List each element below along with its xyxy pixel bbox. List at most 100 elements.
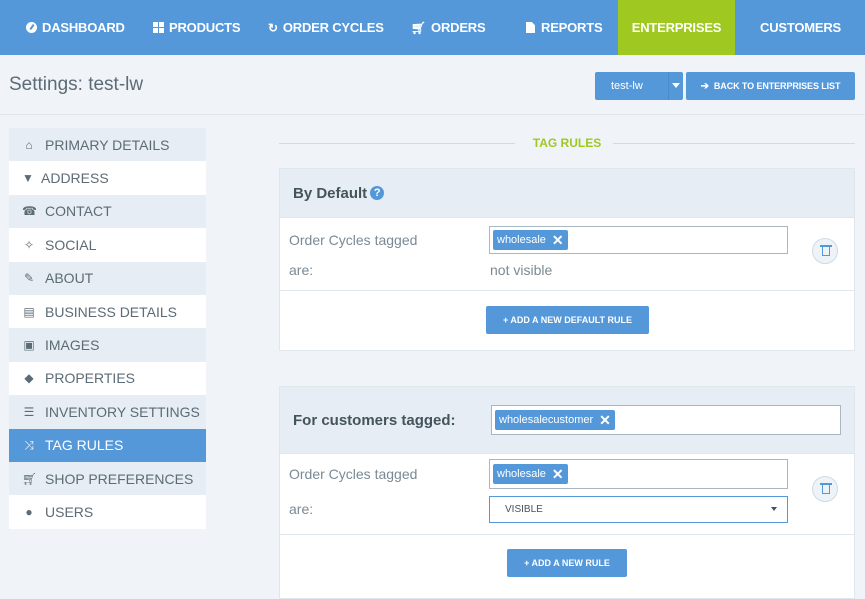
customer-tag-input[interactable]: wholesalecustomer ✕ [491, 405, 841, 435]
tag-chip-label: wholesalecustomer [499, 414, 594, 426]
cart-icon: 🛒︎ [411, 20, 427, 35]
tag-chip: wholesale ✕ [493, 464, 568, 484]
sidebar-item-contact[interactable]: ☎ CONTACT [9, 194, 206, 229]
remove-tag-icon[interactable]: ✕ [552, 466, 564, 483]
default-rules-header: By Default ? [280, 169, 854, 218]
sidebar-item-label: PRIMARY DETAILS [45, 136, 170, 153]
customer-rules-panel: For customers tagged: wholesalecustomer … [279, 386, 855, 599]
sidebar-item-label: INVENTORY SETTINGS [45, 403, 200, 420]
help-icon[interactable]: ? [370, 186, 385, 200]
sidebar-item-business-details[interactable]: ▤ BUSINESS DETAILS [9, 294, 206, 329]
image-icon: ▣ [23, 338, 35, 353]
default-rule-row: Order Cycles tagged are: wholesale ✕ not… [280, 218, 854, 291]
tag-chip: wholesalecustomer ✕ [495, 410, 615, 430]
sidebar-item-label: TAG RULES [45, 437, 124, 454]
order-cycle-tag-input[interactable]: wholesale ✕ [489, 226, 788, 254]
nav-enterprises[interactable]: ENTERPRISES [618, 0, 735, 55]
sidebar-item-properties[interactable]: ◆ PROPERTIES [9, 361, 206, 396]
sidebar-item-primary-details[interactable]: ⌂ PRIMARY DETAILS [9, 128, 206, 162]
sidebar-item-social[interactable]: ✧ SOCIAL [9, 228, 206, 262]
rule-label-line2: are: [289, 262, 314, 278]
tag-chip-label: wholesale [497, 234, 546, 246]
sidebar-item-label: SOCIAL [45, 236, 97, 253]
map-marker-icon: ▼ [22, 171, 34, 186]
rule-label-line2: are: [289, 501, 314, 517]
sidebar-item-label: BUSINESS DETAILS [45, 303, 178, 320]
enterprise-select[interactable]: test-lw [595, 72, 683, 100]
refresh-icon: ↻ [268, 20, 278, 35]
user-icon: ● [25, 504, 33, 519]
enterprise-select-value: test-lw [611, 80, 643, 92]
sidebar-item-users[interactable]: ● USERS [9, 495, 206, 529]
customer-rule-row: Order Cycles tagged are: wholesale ✕ VIS… [280, 454, 854, 535]
rule-label-line1: Order Cycles tagged [289, 232, 418, 248]
nav-reports-label: REPORTS [541, 20, 603, 35]
tag-rules-content: TAG RULES By Default ? Order Cycles tagg… [279, 128, 855, 599]
add-rule-button[interactable]: + ADD A NEW RULE [507, 549, 627, 577]
sidebar-item-about[interactable]: ✎ ABOUT [9, 261, 206, 295]
nav-order-cycles-label: ORDER CYCLES [282, 20, 384, 35]
sidebar-item-label: CONTACT [45, 203, 112, 220]
grid-icon [153, 22, 164, 33]
trash-can [822, 247, 830, 256]
home-icon: ⌂ [25, 137, 33, 152]
caret-down-icon [771, 507, 777, 511]
document-icon [526, 22, 535, 33]
rule-label-line1: Order Cycles tagged [289, 466, 418, 482]
cart-icon: 🛒︎ [22, 471, 38, 486]
nav-products[interactable]: PRODUCTS [153, 0, 241, 55]
default-rules-panel: By Default ? Order Cycles tagged are: wh… [279, 168, 855, 351]
nav-customers[interactable]: CUSTOMERS [760, 0, 841, 55]
sidebar-item-inventory-settings[interactable]: ☰ INVENTORY SETTINGS [9, 395, 206, 429]
nav-order-cycles[interactable]: ↻ ORDER CYCLES [268, 0, 384, 55]
nav-orders[interactable]: 🛒︎ ORDERS [411, 0, 486, 55]
visibility-select[interactable]: VISIBLE [489, 496, 788, 523]
delete-rule-button[interactable] [812, 238, 838, 264]
sidebar-item-label: USERS [45, 503, 94, 520]
sidebar-item-label: ADDRESS [41, 170, 109, 187]
remove-tag-icon[interactable]: ✕ [552, 232, 564, 249]
sidebar-item-label: SHOP PREFERENCES [45, 470, 194, 487]
twitter-icon: ✧ [23, 237, 35, 252]
sidebar-item-tag-rules[interactable]: ⤨ TAG RULES [9, 428, 206, 462]
nav-products-label: PRODUCTS [169, 20, 241, 35]
tags-icon: ◆ [24, 371, 34, 386]
page-header: Settings: test-lw test-lw ➔ BACK TO ENTE… [0, 55, 865, 115]
tag-chip: wholesale ✕ [493, 230, 568, 250]
select-separator [668, 72, 669, 100]
sidebar-item-label: ABOUT [45, 270, 94, 287]
nav-enterprises-label: ENTERPRISES [631, 20, 722, 35]
nav-customers-label: CUSTOMERS [760, 20, 842, 35]
shuffle-icon: ⤨ [24, 437, 34, 452]
nav-reports[interactable]: REPORTS [526, 0, 603, 55]
pencil-icon: ✎ [23, 271, 35, 286]
dashboard-icon [26, 22, 37, 33]
divider-line-right [613, 143, 855, 144]
top-navigation: DASHBOARD PRODUCTS ↻ ORDER CYCLES 🛒︎ ORD… [0, 0, 865, 55]
delete-rule-button[interactable] [812, 476, 838, 502]
phone-icon: ☎ [22, 204, 37, 219]
order-cycle-tag-input[interactable]: wholesale ✕ [489, 459, 788, 489]
default-rules-title: By Default [293, 184, 368, 202]
briefcase-icon: ▤ [23, 304, 35, 319]
arrow-left-icon: ➔ [700, 80, 709, 92]
section-divider: TAG RULES [279, 128, 855, 158]
visibility-select-value: VISIBLE [505, 504, 543, 515]
tag-chip-label: wholesale [497, 468, 546, 480]
back-to-enterprises-button[interactable]: ➔ BACK TO ENTERPRISES LIST [686, 72, 855, 100]
visibility-value: not visible [490, 262, 553, 278]
sidebar-item-shop-preferences[interactable]: 🛒︎ SHOP PREFERENCES [9, 461, 206, 496]
settings-sidebar: ⌂ PRIMARY DETAILS ▼ ADDRESS ☎ CONTACT ✧ … [9, 128, 206, 529]
caret-down-icon [672, 83, 680, 88]
back-button-label: BACK TO ENTERPRISES LIST [713, 81, 841, 91]
sidebar-item-images[interactable]: ▣ IMAGES [9, 328, 206, 362]
sidebar-item-label: IMAGES [45, 337, 100, 354]
nav-orders-label: ORDERS [431, 20, 486, 35]
page-title: Settings: test-lw [9, 74, 144, 95]
remove-tag-icon[interactable]: ✕ [599, 412, 611, 429]
customer-rules-title: For customers tagged: [293, 411, 456, 429]
sidebar-item-address[interactable]: ▼ ADDRESS [9, 161, 206, 195]
list-icon: ☰ [23, 404, 35, 419]
add-default-rule-button[interactable]: + ADD A NEW DEFAULT RULE [486, 306, 649, 334]
nav-dashboard[interactable]: DASHBOARD [26, 0, 125, 55]
